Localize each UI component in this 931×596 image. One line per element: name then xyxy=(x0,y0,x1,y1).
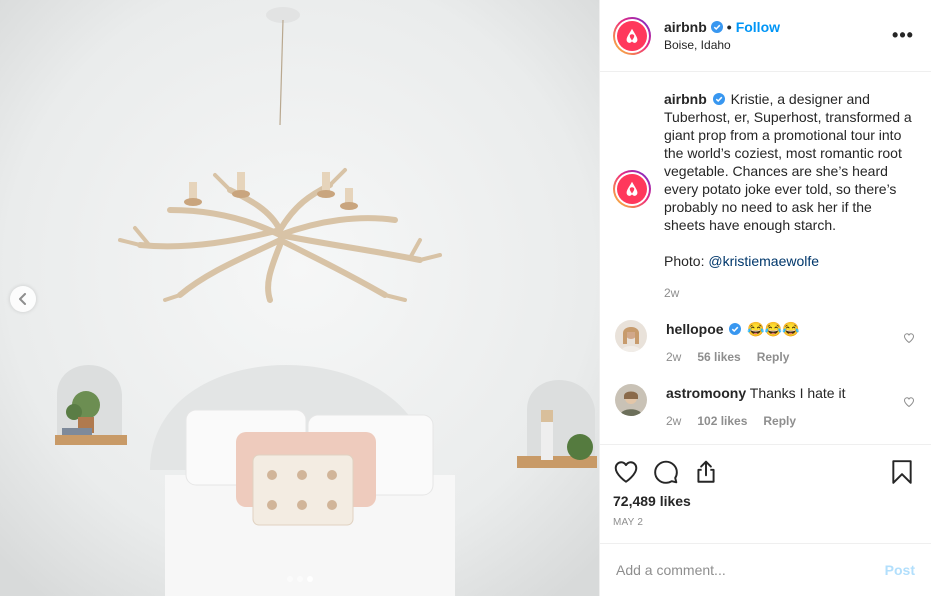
caption-text: airbnb Kristie, a designer and Tuberhost… xyxy=(664,90,915,270)
verified-badge-icon xyxy=(729,323,742,335)
airbnb-logo-icon xyxy=(617,174,647,204)
carousel-dot-active xyxy=(306,576,313,582)
heart-icon[interactable] xyxy=(613,459,639,485)
airbnb-logo-icon xyxy=(617,20,647,51)
post-side-panel: airbnb • Follow Boise, Idaho ••• airbnb … xyxy=(599,0,931,596)
comments-section: airbnb Kristie, a designer and Tuberhost… xyxy=(600,72,931,444)
header-text: airbnb • Follow Boise, Idaho xyxy=(664,19,891,52)
comment-username[interactable]: astromoony xyxy=(666,385,746,401)
comment-input[interactable] xyxy=(616,562,885,578)
comment-time[interactable]: 2w xyxy=(666,350,681,364)
comment-icon[interactable] xyxy=(653,459,679,485)
comment-body: hellopoe 😂😂😂 2w 56 likes Reply xyxy=(666,320,903,364)
bookmark-icon[interactable] xyxy=(889,459,915,485)
add-comment-bar: Post xyxy=(600,543,931,596)
post-date[interactable]: MAY 2 xyxy=(613,517,915,528)
comment-text: hellopoe 😂😂😂 xyxy=(666,320,903,338)
post-actions: 72,489 likes MAY 2 xyxy=(600,444,931,528)
carousel-dot xyxy=(296,576,303,582)
post-photo[interactable] xyxy=(0,0,599,596)
carousel-indicator xyxy=(0,576,599,582)
like-comment-heart-icon[interactable] xyxy=(903,396,915,408)
carousel-dot xyxy=(286,576,293,582)
verified-badge-icon xyxy=(710,21,723,33)
post-comment-button[interactable]: Post xyxy=(885,562,915,578)
comment-text: astromoony Thanks I hate it xyxy=(666,384,903,402)
comment-item: astromoony Thanks I hate it 2w 102 likes… xyxy=(613,384,915,428)
location-link[interactable]: Boise, Idaho xyxy=(664,38,891,52)
like-count[interactable]: 72,489 likes xyxy=(613,493,915,509)
comment-item: hellopoe 😂😂😂 2w 56 likes Reply xyxy=(613,320,915,364)
instagram-post: airbnb • Follow Boise, Idaho ••• airbnb … xyxy=(0,0,931,596)
more-options-icon[interactable]: ••• xyxy=(891,25,915,46)
photo-credit-prefix: Photo: xyxy=(664,253,709,269)
commenter-avatar[interactable] xyxy=(615,384,647,416)
hellopoe-avatar-image xyxy=(615,320,647,352)
comment-likes[interactable]: 102 likes xyxy=(697,414,747,428)
astromoony-avatar-image xyxy=(615,384,647,416)
caption-avatar[interactable] xyxy=(613,170,651,208)
header-username[interactable]: airbnb xyxy=(664,19,707,35)
reply-button[interactable]: Reply xyxy=(757,350,790,364)
comment-username[interactable]: hellopoe xyxy=(666,321,724,337)
avatar[interactable] xyxy=(613,16,651,55)
caption-meta: 2w xyxy=(664,286,915,300)
comment-time[interactable]: 2w xyxy=(666,414,681,428)
comment-body: astromoony Thanks I hate it 2w 102 likes… xyxy=(666,384,903,428)
avatar-inner xyxy=(615,18,649,53)
carousel-prev-button[interactable] xyxy=(10,286,36,312)
comment-meta: 2w 102 likes Reply xyxy=(666,414,903,428)
verified-badge-icon xyxy=(712,93,725,105)
commenter-avatar[interactable] xyxy=(615,320,647,352)
like-comment-heart-icon[interactable] xyxy=(903,332,915,344)
header-separator: • xyxy=(726,19,732,35)
photo-credit-mention[interactable]: @kristiemaewolfe xyxy=(708,253,819,269)
comment-likes[interactable]: 56 likes xyxy=(697,350,740,364)
chevron-left-icon xyxy=(19,293,26,305)
action-icons xyxy=(613,457,915,487)
caption: airbnb Kristie, a designer and Tuberhost… xyxy=(613,90,915,300)
caption-body: airbnb Kristie, a designer and Tuberhost… xyxy=(664,90,915,300)
caption-username[interactable]: airbnb xyxy=(664,91,707,107)
comment-message: Thanks I hate it xyxy=(749,385,846,401)
follow-button[interactable]: Follow xyxy=(736,19,780,35)
reply-button[interactable]: Reply xyxy=(763,414,796,428)
comment-meta: 2w 56 likes Reply xyxy=(666,350,903,364)
potato-bedroom-image xyxy=(0,0,599,596)
share-icon[interactable] xyxy=(693,459,719,485)
header-line: airbnb • Follow xyxy=(664,19,891,35)
comment-message: 😂😂😂 xyxy=(747,321,800,337)
caption-message: Kristie, a designer and Tuberhost, er, S… xyxy=(664,91,912,233)
caption-time[interactable]: 2w xyxy=(664,286,679,300)
avatar-inner xyxy=(615,172,649,206)
post-header: airbnb • Follow Boise, Idaho ••• xyxy=(600,0,931,72)
